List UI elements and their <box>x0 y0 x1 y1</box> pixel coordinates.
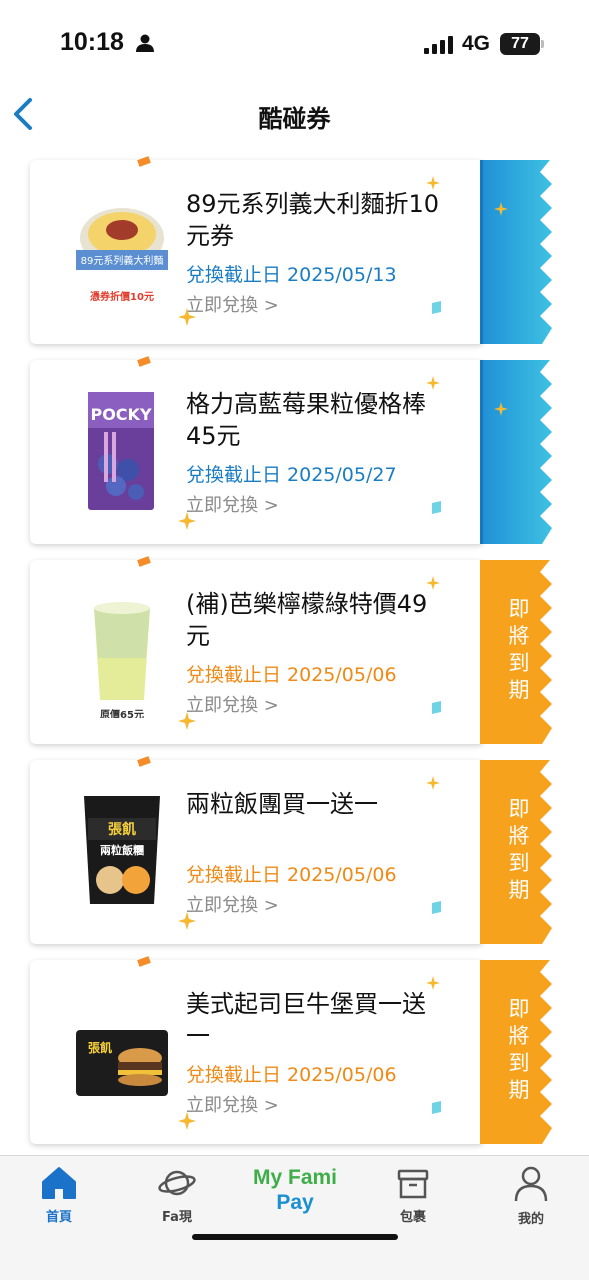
coupon-deadline: 兌換截止日 2025/05/06 <box>186 864 397 886</box>
nav-mine[interactable]: 我的 <box>486 1166 576 1236</box>
confetti-decoration <box>137 156 151 167</box>
nav-my-fami-pay[interactable]: My Fami Pay <box>240 1166 350 1216</box>
svg-text:POCKY: POCKY <box>90 405 151 424</box>
coupon-deadline: 兌換截止日 2025/05/13 <box>186 264 397 286</box>
coupon-tab <box>480 160 558 344</box>
person-icon <box>136 34 154 52</box>
coupon-title: 89元系列義大利麵折10元券 <box>186 190 440 250</box>
svg-text:89元系列義大利麵: 89元系列義大利麵 <box>81 254 164 267</box>
nav-parcel[interactable]: 包裹 <box>368 1166 458 1236</box>
rice-ball-product-image: 張飢 兩粒飯糰 <box>84 796 160 904</box>
sparkle-icon <box>426 376 440 390</box>
svg-text:憑券折價10元: 憑券折價10元 <box>90 290 154 303</box>
redeem-link[interactable]: 立即兌換 > <box>186 891 279 917</box>
sparkle-icon <box>178 1112 196 1130</box>
coupon-tab: 即將到期 <box>480 560 558 744</box>
coupon-card[interactable]: POCKY 格力高藍莓果粒優格棒45元 兌換截止日 2025/05/27 立即兌… <box>30 356 558 544</box>
coupon-body: 張飢 美式起司巨牛堡買一送一 兌換截止日 2025/05/06 立即兌換 > <box>30 956 482 1144</box>
coupon-tab-shape <box>480 160 552 344</box>
redeem-link[interactable]: 立即兌換 > <box>186 1091 279 1117</box>
expiring-soon-label: 即將到期 <box>508 997 530 1102</box>
coupon-body: 89元系列義大利麵 憑券折價10元 89元系列義大利麵折10元券 兌換截止日 2… <box>30 156 482 344</box>
coupon-title: (補)芭樂檸檬綠特價49元 <box>186 590 428 650</box>
signal-icon <box>424 36 453 54</box>
nav-parcel-label: 包裹 <box>399 1210 426 1225</box>
sparkle-icon <box>426 776 440 790</box>
redeem-link[interactable]: 立即兌換 > <box>186 291 279 317</box>
coupon-card[interactable]: 89元系列義大利麵 憑券折價10元 89元系列義大利麵折10元券 兌換截止日 2… <box>30 156 558 344</box>
nav-fa-label: Fa現 <box>162 1210 192 1225</box>
nav-home-label: 首頁 <box>45 1210 72 1225</box>
pasta-product-image: 89元系列義大利麵 憑券折價10元 <box>76 208 168 303</box>
expiring-soon-label: 即將到期 <box>508 597 530 702</box>
coupon-deadline: 兌換截止日 2025/05/06 <box>186 664 397 686</box>
sparkle-icon <box>494 402 508 416</box>
confetti-decoration <box>137 956 151 967</box>
expiring-soon-label: 即將到期 <box>508 797 530 902</box>
page-title: 酷碰券 <box>258 105 331 133</box>
sparkle-icon <box>178 912 196 930</box>
sparkle-icon <box>426 976 440 990</box>
pocky-product-image: POCKY <box>88 392 154 510</box>
sparkle-icon <box>494 202 508 216</box>
confetti-decoration <box>432 901 441 914</box>
network-type: 4G <box>462 32 491 55</box>
coupon-card[interactable]: 原價65元 (補)芭樂檸檬綠特價49元 兌換截止日 2025/05/06 立即兌… <box>30 556 558 744</box>
confetti-decoration <box>432 701 441 714</box>
burger-product-image: 張飢 <box>76 1030 168 1096</box>
coupon-tab-shape <box>480 360 552 544</box>
confetti-decoration <box>432 301 441 314</box>
nav-fa[interactable]: Fa現 <box>132 1166 222 1236</box>
svg-text:原價65元: 原價65元 <box>100 708 144 718</box>
confetti-decoration <box>432 501 441 514</box>
svg-text:張飢: 張飢 <box>108 821 136 838</box>
coupon-deadline: 兌換截止日 2025/05/27 <box>186 464 397 486</box>
coupon-card[interactable]: 張飢 美式起司巨牛堡買一送一 兌換截止日 2025/05/06 立即兌換 > 即… <box>30 956 558 1144</box>
coupon-card[interactable]: 張飢 兩粒飯糰 兩粒飯團買一送一 兌換截止日 2025/05/06 立即兌換 >… <box>30 756 558 944</box>
coupon-body: 原價65元 (補)芭樂檸檬綠特價49元 兌換截止日 2025/05/06 立即兌… <box>30 556 482 744</box>
coupon-tab: 即將到期 <box>480 760 558 944</box>
coupon-title: 兩粒飯團買一送一 <box>186 790 378 818</box>
coupon-tab <box>480 360 558 544</box>
planet-icon <box>158 1170 196 1196</box>
home-indicator <box>192 1234 398 1240</box>
coupon-body: 張飢 兩粒飯糰 兩粒飯團買一送一 兌換截止日 2025/05/06 立即兌換 > <box>30 756 482 944</box>
confetti-decoration <box>137 356 151 367</box>
redeem-link[interactable]: 立即兌換 > <box>186 491 279 517</box>
user-icon <box>514 1166 548 1202</box>
svg-text:兩粒飯糰: 兩粒飯糰 <box>100 843 144 857</box>
nav-home[interactable]: 首頁 <box>14 1166 104 1236</box>
fami-pay-line1: My Fami <box>252 1166 338 1189</box>
confetti-decoration <box>137 756 151 767</box>
coupon-title: 美式起司巨牛堡買一送一 <box>186 990 426 1050</box>
home-icon <box>42 1167 76 1199</box>
svg-text:張飢: 張飢 <box>88 1040 112 1055</box>
coupon-body: POCKY 格力高藍莓果粒優格棒45元 兌換截止日 2025/05/27 立即兌… <box>30 356 482 544</box>
redeem-link[interactable]: 立即兌換 > <box>186 691 279 717</box>
sparkle-icon <box>178 512 196 530</box>
confetti-decoration <box>137 556 151 567</box>
sparkle-icon <box>178 712 196 730</box>
sparkle-icon <box>178 308 196 326</box>
nav-mine-label: 我的 <box>517 1212 544 1227</box>
battery-icon: 77 <box>500 33 544 55</box>
sparkle-icon <box>426 576 440 590</box>
sparkle-icon <box>426 176 440 190</box>
nav-header: 酷碰券 <box>0 80 589 150</box>
coupon-deadline: 兌換截止日 2025/05/06 <box>186 1064 397 1086</box>
guava-drink-product-image: 原價65元 <box>94 602 150 718</box>
status-time: 10:18 <box>60 28 124 56</box>
coupon-tab: 即將到期 <box>480 960 558 1144</box>
coupon-title: 格力高藍莓果粒優格棒45元 <box>186 390 426 450</box>
box-icon <box>397 1169 429 1199</box>
confetti-decoration <box>432 1101 441 1114</box>
fami-pay-line2: Pay <box>276 1191 314 1214</box>
status-bar: 10:18 4G 77 <box>0 0 589 80</box>
bottom-nav: 首頁 Fa現 My Fami Pay 包裹 我的 <box>0 1155 589 1280</box>
